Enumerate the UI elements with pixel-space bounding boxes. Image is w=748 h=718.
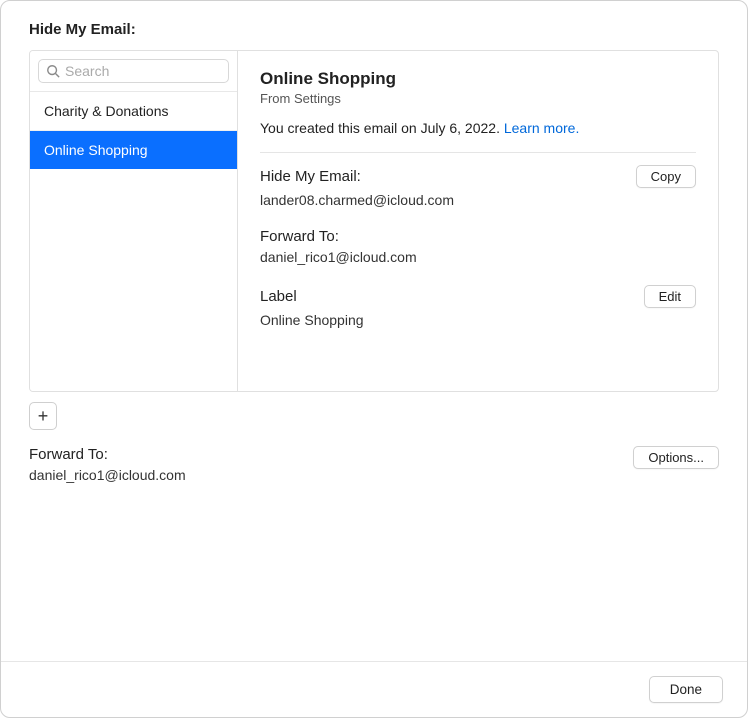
global-forward-value: daniel_rico1@icloud.com xyxy=(29,467,186,483)
sidebar-item-charity-donations[interactable]: Charity & Donations xyxy=(30,92,237,131)
edit-button[interactable]: Edit xyxy=(644,285,696,308)
hide-my-email-section: Hide My Email: Copy lander08.charmed@icl… xyxy=(260,165,696,208)
done-button[interactable]: Done xyxy=(649,676,723,703)
plus-icon: + xyxy=(38,407,49,425)
forward-to-label: Forward To: xyxy=(260,228,696,245)
hide-my-email-row: Hide My Email: Copy xyxy=(260,165,696,188)
hide-my-email-window: Hide My Email: Charity & Donations Onlin… xyxy=(0,0,748,718)
sidebar-item-online-shopping[interactable]: Online Shopping xyxy=(30,131,237,169)
label-row: Label Edit xyxy=(260,285,696,308)
add-button[interactable]: + xyxy=(29,402,57,430)
sidebar-item-label: Charity & Donations xyxy=(44,103,169,119)
footer: Done xyxy=(1,661,747,717)
label-label: Label xyxy=(260,288,297,305)
search-box[interactable] xyxy=(38,59,229,83)
divider xyxy=(260,152,696,153)
hide-my-email-value: lander08.charmed@icloud.com xyxy=(260,192,696,208)
sidebar-item-label: Online Shopping xyxy=(44,142,148,158)
global-forward-row: Forward To: daniel_rico1@icloud.com Opti… xyxy=(29,446,719,483)
global-forward-block: Forward To: daniel_rico1@icloud.com xyxy=(29,446,186,483)
search-input[interactable] xyxy=(65,63,221,79)
global-forward-label: Forward To: xyxy=(29,446,186,463)
detail-title: Online Shopping xyxy=(260,69,696,89)
learn-more-link[interactable]: Learn more. xyxy=(504,120,579,136)
below-panel: + Forward To: daniel_rico1@icloud.com Op… xyxy=(29,402,719,483)
detail-created-line: You created this email on July 6, 2022. … xyxy=(260,120,696,136)
options-button[interactable]: Options... xyxy=(633,446,719,469)
hide-my-email-label: Hide My Email: xyxy=(260,168,361,185)
created-text: You created this email on July 6, 2022. xyxy=(260,120,504,136)
search-wrapper xyxy=(30,51,237,92)
copy-button[interactable]: Copy xyxy=(636,165,696,188)
label-value: Online Shopping xyxy=(260,312,696,328)
detail-pane: Online Shopping From Settings You create… xyxy=(238,51,718,391)
main-panel: Charity & Donations Online Shopping Onli… xyxy=(29,50,719,392)
window-title: Hide My Email: xyxy=(1,1,747,50)
sidebar: Charity & Donations Online Shopping xyxy=(30,51,238,391)
search-icon xyxy=(46,64,60,78)
forward-to-section: Forward To: daniel_rico1@icloud.com xyxy=(260,228,696,265)
label-section: Label Edit Online Shopping xyxy=(260,285,696,328)
detail-subtitle: From Settings xyxy=(260,91,696,106)
forward-to-value: daniel_rico1@icloud.com xyxy=(260,249,696,265)
